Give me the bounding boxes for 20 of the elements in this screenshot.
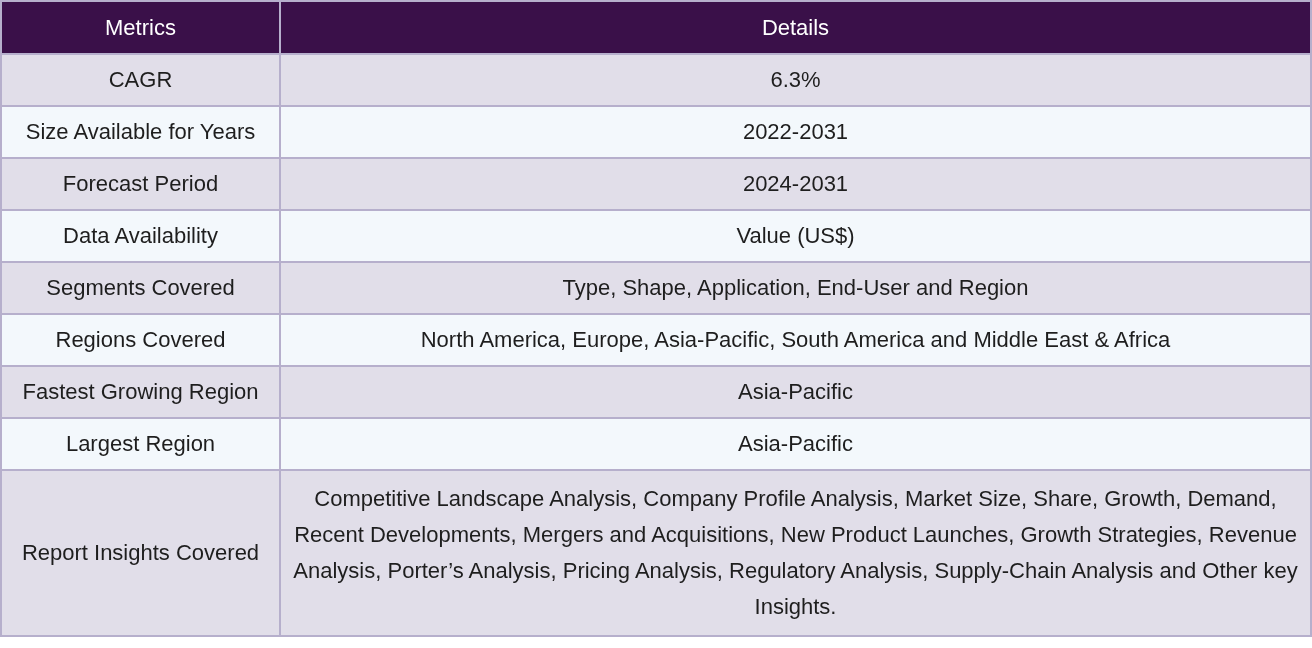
- table-cell: Value (US$): [280, 210, 1311, 262]
- table-cell: Size Available for Years: [1, 106, 280, 158]
- table-cell: North America, Europe, Asia-Pacific, South America and Middle East & Africa: [280, 314, 1311, 366]
- table-cell: CAGR: [1, 54, 280, 106]
- table-cell: Competitive Landscape Analysis, Company Profile Analysis, Market Size, Share, Growth, Demand, Recent Developments, Mergers and Acquisitions, New Product Launches, Growth Strategies, Revenue Analysis, Porter’s Analysis, Pricing Analysis, Regulatory Analysis, Supply-Chain Analysis and Other key Insights.: [280, 470, 1311, 636]
- column-header: Metrics: [1, 1, 280, 54]
- table-cell: 2024-2031: [280, 158, 1311, 210]
- table-cell: Asia-Pacific: [280, 418, 1311, 470]
- table-cell: Asia-Pacific: [280, 366, 1311, 418]
- table-cell: Forecast Period: [1, 158, 280, 210]
- table-cell: Report Insights Covered: [1, 470, 280, 636]
- table-cell: Data Availability: [1, 210, 280, 262]
- table-cell: Largest Region: [1, 418, 280, 470]
- table-cell: 6.3%: [280, 54, 1311, 106]
- table-cell: Type, Shape, Application, End-User and Region: [280, 262, 1311, 314]
- table-cell: Segments Covered: [1, 262, 280, 314]
- table-cell: 2022-2031: [280, 106, 1311, 158]
- table-cell: Regions Covered: [1, 314, 280, 366]
- table-cell: Fastest Growing Region: [1, 366, 280, 418]
- column-header: Details: [280, 1, 1311, 54]
